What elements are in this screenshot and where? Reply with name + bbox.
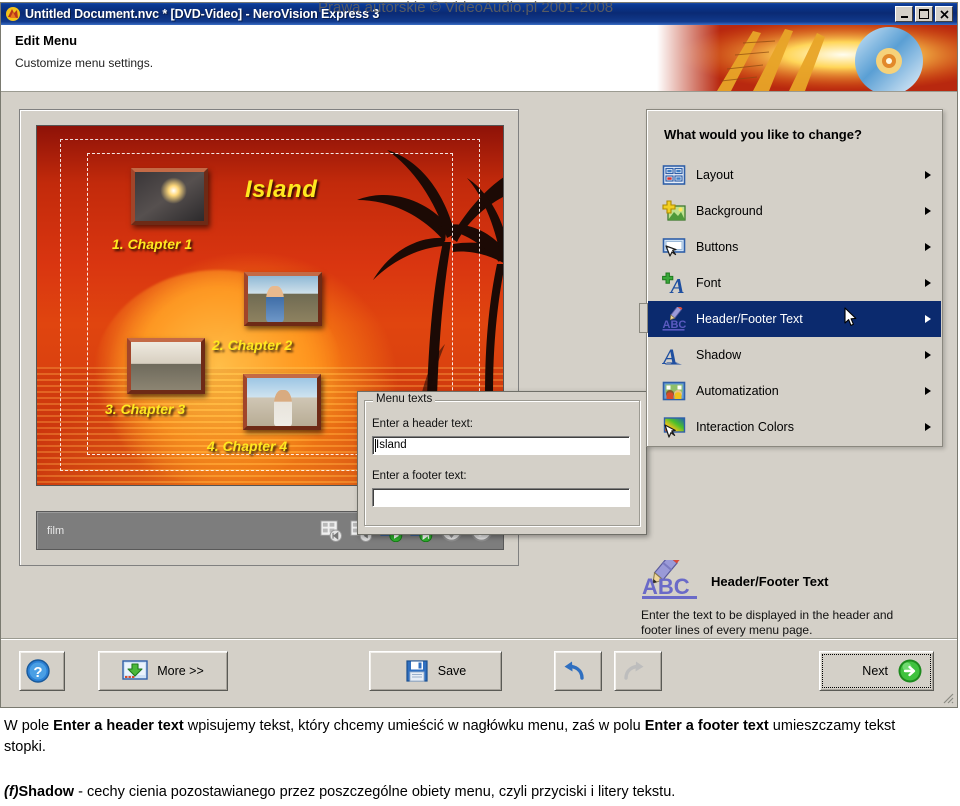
chevron-right-icon — [925, 387, 931, 395]
shadow-icon: A — [662, 344, 682, 367]
menu-item-label: Buttons — [696, 240, 739, 254]
menu-item-shadow[interactable]: A Shadow — [648, 337, 941, 373]
caption-p1-bold-1: Enter a header text — [53, 718, 184, 734]
menu-item-interaction-colors[interactable]: Interaction Colors — [648, 409, 941, 445]
page-title: Edit Menu — [15, 33, 78, 48]
caption-p1-c: wpisujemy tekst, który chcemy umieścić w… — [183, 718, 645, 734]
help-icon: ? — [25, 659, 50, 683]
footer-toolbar: ? More >> Save Next — [1, 638, 957, 707]
menu-item-label: Background — [696, 204, 763, 218]
menu-item-layout[interactable]: Layout — [648, 157, 941, 193]
chevron-right-icon — [925, 207, 931, 215]
chevron-right-icon — [925, 423, 931, 431]
page-header: Edit Menu Customize menu settings. — [1, 25, 957, 92]
menu-texts-group-title: Menu texts — [373, 393, 436, 405]
focus-ring — [822, 654, 931, 688]
menu-texts-dialog: Menu texts Enter a header text: Island E… — [357, 391, 647, 535]
undo-button[interactable] — [554, 651, 602, 691]
chapter-label-1[interactable]: 1. Chapter 1 — [112, 236, 192, 252]
menu-item-buttons[interactable]: Buttons — [648, 229, 941, 265]
mouse-cursor-icon — [844, 307, 857, 326]
first-page-icon[interactable] — [320, 519, 343, 542]
footer-text-label: Enter a footer text: — [372, 470, 467, 482]
menu-item-label: Layout — [696, 168, 734, 182]
chapter-thumbnail-3[interactable] — [127, 338, 205, 394]
caption-p1-bold-2: Enter a footer text — [644, 718, 769, 734]
menu-item-label: Font — [696, 276, 722, 290]
footer-text-input[interactable] — [372, 488, 630, 507]
change-options-panel: What would you like to change? Layout Ba… — [639, 109, 943, 447]
help-button[interactable]: ? — [19, 651, 65, 691]
chapter-label-3[interactable]: 3. Chapter 3 — [105, 401, 185, 417]
page-subtitle: Customize menu settings. — [15, 56, 154, 70]
chevron-right-icon — [925, 279, 931, 287]
header-artwork — [657, 25, 957, 91]
more-button[interactable]: More >> — [98, 651, 228, 691]
caption-p2-rest: - cechy cienia pozostawianego przez posz… — [74, 784, 676, 800]
info-box-title: Header/Footer Text — [711, 573, 829, 589]
menu-item-font[interactable]: A Font — [648, 265, 941, 301]
chapter-label-2[interactable]: 2. Chapter 2 — [212, 337, 292, 353]
caption-text: W pole Enter a header text wpisujemy tek… — [4, 716, 940, 803]
menu-item-automatization[interactable]: Automatization — [648, 373, 941, 409]
svg-text:ABC: ABC — [642, 574, 690, 599]
chapter-thumbnail-1[interactable] — [131, 168, 208, 225]
redo-icon — [623, 661, 643, 680]
more-icon — [122, 660, 148, 680]
chevron-right-icon — [925, 315, 931, 323]
menu-item-header-footer-text[interactable]: ABC Header/Footer Text — [639, 301, 941, 337]
info-box-header: ABC Header/Footer Text — [641, 560, 943, 602]
font-icon: A — [662, 272, 685, 295]
nero-app-icon — [5, 6, 21, 22]
automatization-icon — [662, 381, 686, 401]
save-icon — [406, 660, 428, 682]
chapter-label-4[interactable]: 4. Chapter 4 — [207, 438, 287, 454]
next-button[interactable]: Next — [819, 651, 934, 691]
menu-item-label: Header/Footer Text — [696, 312, 803, 326]
caption-p2-marker: (f) — [4, 784, 19, 800]
chapter-thumbnail-2[interactable] — [244, 272, 322, 326]
interaction-colors-icon — [663, 417, 686, 438]
copyright-watermark: Prawa autorskie © VideoAudio.pl 2001-200… — [318, 0, 614, 16]
header-footer-text-icon: ABC — [662, 307, 686, 331]
background-icon — [662, 200, 686, 221]
change-options-heading: What would you like to change? — [664, 127, 862, 142]
info-box-description: Enter the text to be displayed in the he… — [641, 608, 894, 637]
close-button[interactable] — [935, 6, 953, 22]
more-button-label: More >> — [157, 664, 204, 678]
menu-item-label: Shadow — [696, 348, 742, 362]
buttons-icon — [662, 238, 686, 257]
undo-icon — [564, 661, 584, 680]
application-window: Untitled Document.nvc * [DVD-Video] - Ne… — [0, 2, 958, 708]
main-work-area: Island 1. Chapter 1 2. Chapter 2 3. Chap… — [1, 92, 957, 639]
change-options-list: Layout Background Buttons A Font ABC Hea… — [639, 157, 941, 445]
maximize-button[interactable] — [915, 6, 933, 22]
caption-paragraph-1: W pole Enter a header text wpisujemy tek… — [4, 716, 940, 758]
caption-paragraph-2: (f)Shadow - cechy cienia pozostawianego … — [4, 782, 940, 803]
preview-project-label: film — [47, 524, 65, 537]
window-controls — [895, 6, 955, 22]
header-text-input[interactable]: Island — [372, 436, 630, 455]
menu-item-label: Automatization — [696, 384, 779, 398]
menu-header-text[interactable]: Island — [245, 176, 317, 204]
save-button-label: Save — [437, 664, 467, 678]
redo-button[interactable] — [614, 651, 662, 691]
caption-p1-a: W pole — [4, 718, 54, 734]
abc-pencil-icon: ABC — [642, 560, 697, 599]
menu-item-label: Interaction Colors — [696, 420, 794, 434]
chevron-right-icon — [925, 171, 931, 179]
header-text-label: Enter a header text: — [372, 418, 474, 430]
caption-p2-bold: Shadow — [18, 784, 75, 800]
menu-item-background[interactable]: Background — [648, 193, 941, 229]
chevron-right-icon — [925, 351, 931, 359]
svg-text:?: ? — [33, 664, 42, 681]
chapter-thumbnail-4[interactable] — [243, 374, 321, 430]
selection-tab-marker — [639, 303, 648, 333]
resize-grip[interactable] — [941, 691, 954, 704]
chevron-right-icon — [925, 243, 931, 251]
minimize-button[interactable] — [895, 6, 913, 22]
save-button[interactable]: Save — [369, 651, 502, 691]
layout-icon — [662, 165, 686, 185]
